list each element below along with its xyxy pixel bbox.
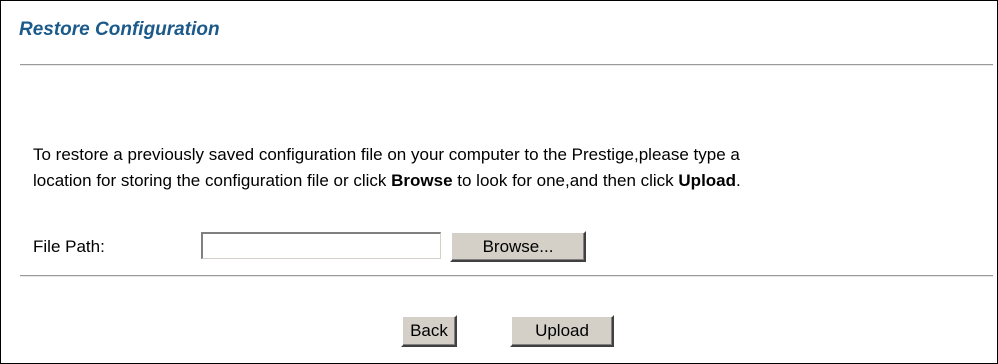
bottom-divider [20, 275, 993, 277]
instructions-line-2-end: . [736, 171, 741, 190]
instructions-line-2: location for storing the configuration f… [33, 168, 973, 194]
file-path-input[interactable] [201, 232, 441, 259]
instructions-browse-emphasis: Browse [391, 171, 453, 190]
top-divider [20, 64, 993, 66]
page-title: Restore Configuration [19, 19, 220, 40]
back-button[interactable]: Back [401, 315, 457, 347]
instructions-line-1: To restore a previously saved configurat… [33, 145, 740, 164]
instructions-line-2-start: location for storing the configuration f… [33, 171, 392, 190]
restore-configuration-panel: Restore Configuration To restore a previ… [0, 0, 998, 364]
file-path-label: File Path: [33, 237, 105, 256]
instructions-upload-emphasis: Upload [678, 171, 737, 190]
instructions-line-2-middle: to look for one,and then click [452, 171, 679, 190]
browse-button[interactable]: Browse... [450, 231, 586, 262]
instructions-text: To restore a previously saved configurat… [33, 142, 973, 194]
upload-button[interactable]: Upload [510, 315, 614, 347]
